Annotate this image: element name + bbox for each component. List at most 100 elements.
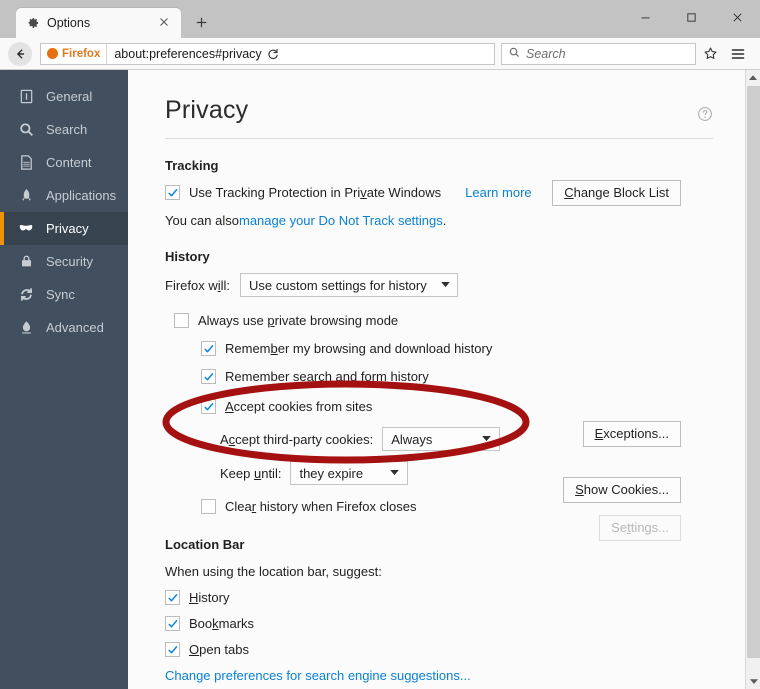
sidebar-item-search[interactable]: Search (0, 113, 128, 146)
exceptions-button[interactable]: Exceptions... (582, 421, 681, 447)
tracking-protection-checkbox[interactable] (165, 185, 180, 200)
maximize-icon[interactable] (668, 0, 714, 34)
always-private-label: Always use private browsing mode (198, 313, 399, 328)
sidebar-item-applications[interactable]: Applications (0, 179, 128, 212)
url-bar[interactable]: Firefox about:preferences#privacy (40, 42, 495, 65)
preferences-sidebar: General Search Content Applications Priv… (0, 70, 128, 689)
clear-on-close-label: Clear history when Firefox closes (225, 499, 417, 514)
advanced-icon (17, 319, 35, 337)
learn-more-link[interactable]: Learn more (465, 185, 531, 200)
window-controls (622, 0, 760, 38)
suggest-history-checkbox[interactable] (165, 590, 180, 605)
lock-icon (17, 253, 35, 271)
browser-tab-options[interactable]: Options (16, 8, 181, 38)
scrollbar-thumb[interactable] (747, 86, 760, 658)
url-bar-actions (262, 44, 287, 64)
tab-title: Options (47, 16, 91, 30)
chevron-down-icon (468, 436, 491, 442)
chevron-down-icon (376, 470, 400, 476)
sidebar-item-label: Search (46, 122, 88, 137)
keep-until-dropdown[interactable]: they expire (290, 461, 409, 485)
suggest-history-row: History (165, 587, 713, 608)
do-not-track-prefix: You can also (165, 213, 239, 228)
identity-label: Firefox (62, 47, 101, 60)
header-divider (165, 138, 713, 139)
firefox-logo-icon (47, 48, 58, 59)
sidebar-item-content[interactable]: Content (0, 146, 128, 179)
suggest-bookmarks-label: Bookmarks (189, 616, 255, 631)
location-bar-subtitle-row: When using the location bar, suggest: (165, 561, 713, 582)
search-icon (508, 46, 521, 62)
firefox-will-label: Firefox will: (165, 277, 231, 293)
chevron-down-icon[interactable] (746, 674, 760, 689)
title-bar: Options (0, 0, 760, 38)
suggest-open-tabs-row: Open tabs (165, 639, 713, 660)
search-placeholder: Search (526, 46, 566, 61)
change-block-list-label: hange Block List (573, 185, 669, 200)
suggest-open-tabs-checkbox[interactable] (165, 642, 180, 657)
hamburger-menu-icon[interactable] (724, 41, 752, 67)
keep-until-label: Keep until: (220, 465, 282, 481)
sidebar-item-security[interactable]: Security (0, 245, 128, 278)
chevron-up-icon[interactable] (746, 70, 760, 85)
close-icon[interactable] (714, 0, 760, 34)
applications-icon (17, 187, 35, 205)
change-prefs-row: Change preferences for search engine sug… (165, 665, 713, 686)
remember-browsing-checkbox[interactable] (201, 341, 216, 356)
navigation-toolbar: Firefox about:preferences#privacy Search (0, 38, 760, 70)
site-identity[interactable]: Firefox (41, 43, 108, 64)
third-party-cookies-value: Always (391, 431, 433, 447)
sidebar-item-advanced[interactable]: Advanced (0, 311, 128, 344)
suggest-bookmarks-row: Bookmarks (165, 613, 713, 634)
location-bar-section: Location Bar When using the location bar… (165, 537, 713, 686)
vertical-scrollbar[interactable] (745, 70, 760, 689)
sidebar-item-sync[interactable]: Sync (0, 278, 128, 311)
history-section: History Firefox will: Use custom setting… (165, 249, 713, 541)
gear-icon (24, 15, 40, 31)
history-mode-value: Use custom settings for history (249, 277, 427, 293)
search-bar[interactable]: Search (501, 42, 696, 65)
preferences-page: General Search Content Applications Priv… (0, 70, 760, 689)
suggest-bookmarks-checkbox[interactable] (165, 616, 180, 631)
close-icon[interactable] (157, 15, 173, 31)
remember-search-row: Remember search and form history (201, 366, 713, 387)
change-block-list-button[interactable]: Change Block List (552, 180, 681, 206)
sidebar-item-label: Advanced (46, 320, 104, 335)
star-icon[interactable] (696, 41, 724, 67)
sidebar-item-label: Content (46, 155, 92, 170)
do-not-track-row: You can also manage your Do Not Track se… (165, 210, 713, 231)
minimize-icon[interactable] (622, 0, 668, 34)
sidebar-item-privacy[interactable]: Privacy (0, 212, 128, 245)
firefox-will-row: Firefox will: Use custom settings for hi… (165, 273, 713, 297)
tracking-section: Tracking Change Block List Use Tracking … (165, 158, 713, 231)
remember-search-checkbox[interactable] (201, 369, 216, 384)
content-icon (17, 154, 35, 172)
sidebar-item-label: Privacy (46, 221, 89, 236)
sidebar-item-general[interactable]: General (0, 80, 128, 113)
always-private-checkbox[interactable] (174, 313, 189, 328)
remember-browsing-label: Remember my browsing and download histor… (225, 341, 493, 356)
location-bar-subtitle: When using the location bar, suggest: (165, 564, 382, 579)
page-header: Privacy (165, 96, 713, 125)
page-title: Privacy (165, 96, 249, 124)
tab-strip: Options (0, 0, 215, 38)
show-cookies-button[interactable]: Show Cookies... (563, 477, 681, 503)
clear-on-close-checkbox[interactable] (201, 499, 216, 514)
remember-browsing-row: Remember my browsing and download histor… (201, 338, 713, 359)
accept-cookies-label: Accept cookies from sites (225, 399, 373, 414)
third-party-cookies-dropdown[interactable]: Always (382, 427, 501, 451)
always-private-row: Always use private browsing mode (174, 310, 713, 331)
change-search-prefs-link[interactable]: Change preferences for search engine sug… (165, 668, 471, 683)
history-mode-dropdown[interactable]: Use custom settings for history (240, 273, 459, 297)
new-tab-button[interactable] (187, 8, 215, 36)
sidebar-item-label: Sync (46, 287, 75, 302)
preferences-content: Privacy Tracking Change Block List Use T… (128, 70, 745, 689)
do-not-track-link[interactable]: manage your Do Not Track settings (239, 213, 443, 228)
help-circle-icon[interactable] (697, 106, 713, 122)
back-arrow-icon[interactable] (8, 41, 32, 66)
sidebar-item-label: General (46, 89, 93, 104)
reload-icon[interactable] (262, 44, 284, 64)
third-party-cookies-label: Accept third-party cookies: (220, 431, 374, 447)
accept-cookies-checkbox[interactable] (201, 399, 216, 414)
browser-window: Options Firefox about:preferences#privac… (0, 0, 760, 689)
